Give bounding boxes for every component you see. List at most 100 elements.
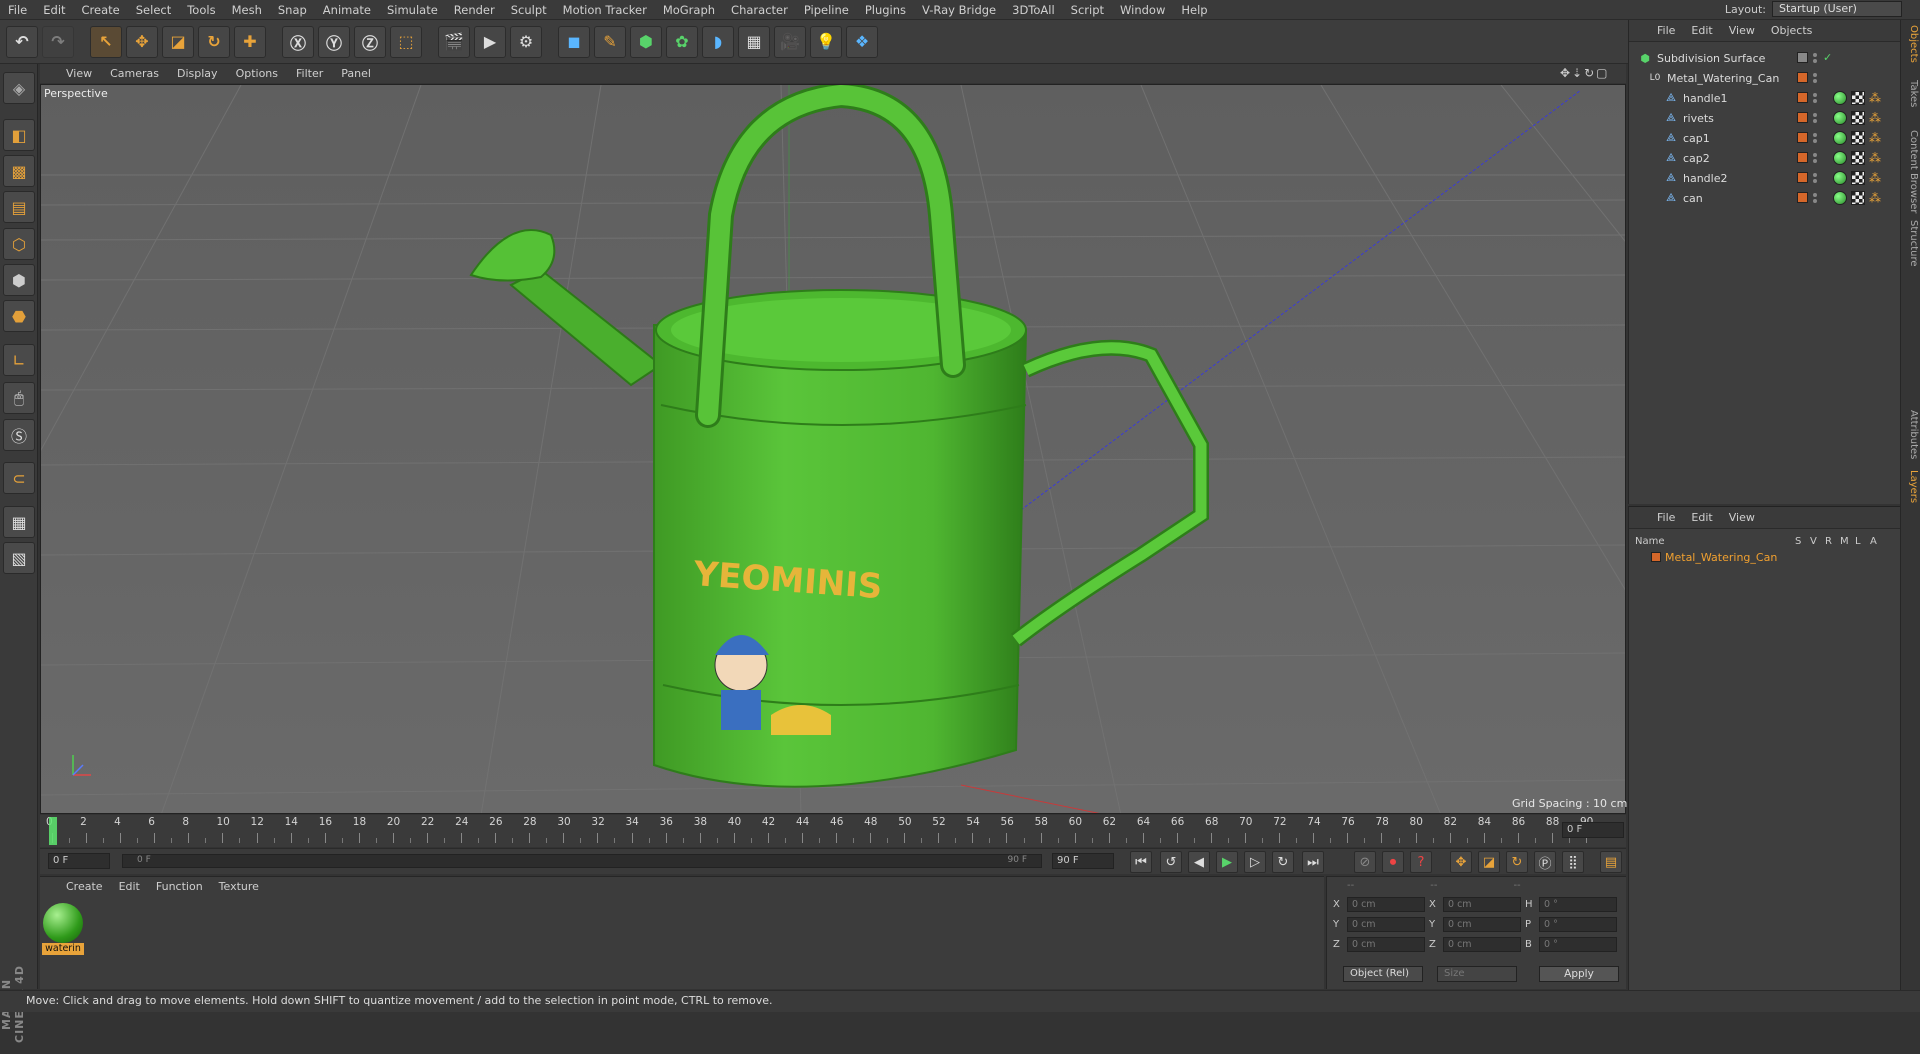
end-frame-field[interactable]: 90 F — [1052, 853, 1114, 869]
move-icon[interactable]: ✥ — [126, 25, 158, 58]
phong-tag-icon[interactable] — [1833, 111, 1847, 125]
planar-workplane-icon[interactable]: ▧ — [3, 542, 35, 574]
edges-mode-icon[interactable]: ⬢ — [3, 264, 35, 296]
texture-tag-icon[interactable] — [1851, 91, 1865, 105]
play-icon[interactable]: ▶ — [1216, 851, 1238, 873]
uvw-tag-icon[interactable]: ⁂ — [1869, 171, 1883, 185]
layout-dropdown[interactable]: Startup (User) — [1772, 1, 1902, 17]
scale-icon[interactable]: ◪ — [162, 25, 194, 58]
deformer-icon[interactable]: ◗ — [702, 25, 734, 58]
visibility-dot[interactable] — [1813, 113, 1817, 117]
side-tab-structure[interactable]: Structure — [1903, 220, 1919, 267]
render-dot[interactable] — [1813, 119, 1817, 123]
layer-color-swatch[interactable] — [1797, 112, 1808, 123]
layer-name[interactable]: Metal_Watering_Can — [1665, 551, 1777, 564]
texture-tag-icon[interactable] — [1851, 111, 1865, 125]
menu-item-file[interactable]: File — [0, 0, 35, 20]
layer-color-swatch[interactable] — [1651, 552, 1661, 562]
object-row-can[interactable]: ⟁ can ⁂ — [1629, 188, 1901, 208]
enabled-check-icon[interactable]: ✓ — [1823, 51, 1832, 64]
coord-pos-field[interactable]: 0 cm — [1347, 936, 1425, 952]
transform-icon[interactable]: ✚ — [234, 25, 266, 58]
frame-range-slider[interactable]: 0 F 90 F — [122, 854, 1042, 868]
menu-item-mesh[interactable]: Mesh — [224, 0, 270, 20]
side-tab-takes[interactable]: Takes — [1903, 80, 1919, 107]
timeline-ruler[interactable]: 0246810121416182022242628303234363840424… — [40, 815, 1626, 847]
object-name[interactable]: handle2 — [1683, 172, 1728, 185]
menu-item-sculpt[interactable]: Sculpt — [503, 0, 555, 20]
axis-mode-icon[interactable]: ∟ — [3, 344, 35, 376]
subdivision-icon[interactable]: ⬢ — [630, 25, 662, 58]
menu-item-create[interactable]: Create — [74, 0, 128, 20]
object-name[interactable]: Metal_Watering_Can — [1667, 72, 1779, 85]
y-axis-icon[interactable]: Ⓨ — [318, 25, 350, 58]
object-name[interactable]: Subdivision Surface — [1657, 52, 1765, 65]
visibility-dot[interactable] — [1813, 53, 1817, 57]
coord-pos-field[interactable]: 0 cm — [1347, 896, 1425, 912]
phong-tag-icon[interactable] — [1833, 91, 1847, 105]
layer-color-swatch[interactable] — [1797, 52, 1808, 63]
layer-menu-view[interactable]: View — [1729, 511, 1755, 524]
magnet-icon[interactable]: ⊂ — [3, 462, 35, 494]
snap-icon[interactable]: Ⓢ — [3, 419, 35, 451]
coord-size-dropdown[interactable]: Size — [1437, 966, 1517, 982]
menu-item-tools[interactable]: Tools — [179, 0, 223, 20]
goto-end-icon[interactable]: ⏭ — [1302, 851, 1324, 873]
coord-size-field[interactable]: 0 cm — [1443, 916, 1521, 932]
z-axis-icon[interactable]: Ⓩ — [354, 25, 386, 58]
undo-icon[interactable]: ↶ — [6, 25, 38, 58]
redo-icon[interactable]: ↷ — [42, 25, 74, 58]
layer-row[interactable]: Metal_Watering_Can — [1629, 549, 1901, 565]
viewport-perspective[interactable]: YEOMINIS — [40, 84, 1626, 814]
menu-item-simulate[interactable]: Simulate — [379, 0, 446, 20]
coord-rot-field[interactable]: 0 ° — [1539, 936, 1617, 952]
object-row-rivets[interactable]: ⟁ rivets ⁂ — [1629, 108, 1901, 128]
material-thumbnail[interactable]: waterin — [42, 903, 84, 955]
key-help-icon[interactable]: ? — [1410, 851, 1432, 873]
key-param-icon[interactable]: Ⓟ — [1534, 851, 1556, 873]
coord-size-field[interactable]: 0 cm — [1443, 936, 1521, 952]
menu-item-animate[interactable]: Animate — [315, 0, 379, 20]
texture-tag-icon[interactable] — [1851, 151, 1865, 165]
object-row-cap1[interactable]: ⟁ cap1 ⁂ — [1629, 128, 1901, 148]
key-rotation-icon[interactable]: ↻ — [1506, 851, 1528, 873]
uvw-tag-icon[interactable]: ⁂ — [1869, 111, 1883, 125]
object-name[interactable]: rivets — [1683, 112, 1714, 125]
workplane-icon[interactable]: ▤ — [3, 191, 35, 223]
x-axis-icon[interactable]: Ⓧ — [282, 25, 314, 58]
floor-icon[interactable]: ▦ — [738, 25, 770, 58]
object-menu-file[interactable]: File — [1657, 24, 1675, 37]
auto-key-icon[interactable]: ⏺ — [1382, 851, 1404, 873]
object-row-subdivision-surface[interactable]: ⬢ Subdivision Surface ✓ — [1629, 48, 1901, 68]
make-editable-icon[interactable]: ◈ — [3, 72, 35, 104]
object-menu-objects[interactable]: Objects — [1771, 24, 1813, 37]
light-icon[interactable]: 💡 — [810, 25, 842, 58]
material-menu-function[interactable]: Function — [156, 880, 203, 897]
viewport-menu-filter[interactable]: Filter — [296, 67, 323, 80]
python-icon[interactable]: ❖ — [846, 25, 878, 58]
menu-item-mograph[interactable]: MoGraph — [655, 0, 723, 20]
key-pla-icon[interactable]: ⣿ — [1562, 851, 1584, 873]
menu-item-render[interactable]: Render — [446, 0, 503, 20]
model-mode-icon[interactable]: ◧ — [3, 119, 35, 151]
menu-item-help[interactable]: Help — [1173, 0, 1215, 20]
render-dot[interactable] — [1813, 99, 1817, 103]
render-dot[interactable] — [1813, 79, 1817, 83]
layer-menu-edit[interactable]: Edit — [1691, 511, 1712, 524]
phong-tag-icon[interactable] — [1833, 171, 1847, 185]
object-name[interactable]: can — [1683, 192, 1703, 205]
side-tab-layers[interactable]: Layers — [1903, 470, 1919, 503]
pen-spline-icon[interactable]: ✎ — [594, 25, 626, 58]
render-dot[interactable] — [1813, 59, 1817, 63]
key-position-icon[interactable]: ✥ — [1450, 851, 1472, 873]
side-tab-objects[interactable]: Objects — [1903, 25, 1919, 63]
texture-mode-icon[interactable]: ▩ — [3, 155, 35, 187]
viewport-menu-options[interactable]: Options — [236, 67, 278, 80]
coord-rot-field[interactable]: 0 ° — [1539, 896, 1617, 912]
menu-item-3dtoall[interactable]: 3DToAll — [1004, 0, 1063, 20]
viewport-nav-icons[interactable]: ✥⇣↻▢ — [1560, 66, 1610, 80]
layer-color-swatch[interactable] — [1797, 192, 1808, 203]
material-menu-edit[interactable]: Edit — [119, 880, 140, 897]
phong-tag-icon[interactable] — [1833, 131, 1847, 145]
layer-color-swatch[interactable] — [1797, 72, 1808, 83]
